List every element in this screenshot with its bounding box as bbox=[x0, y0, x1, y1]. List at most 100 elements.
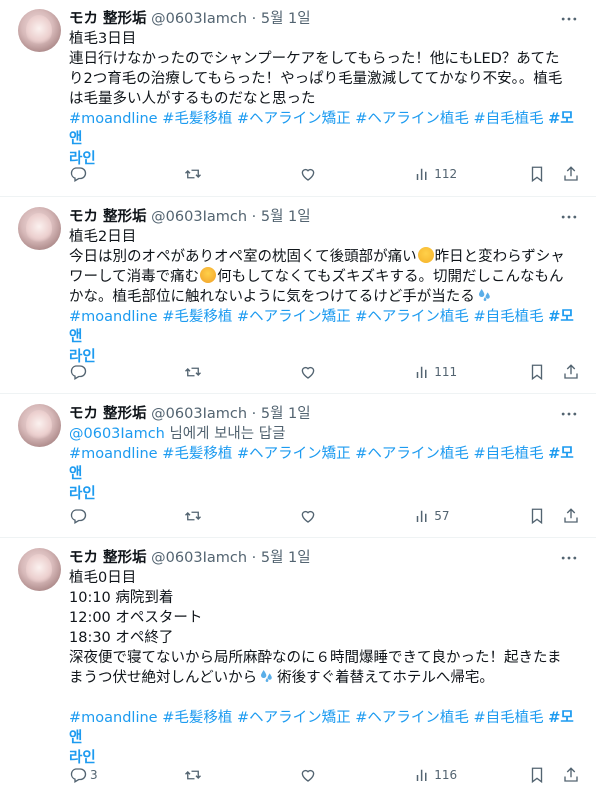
hashtag-link[interactable]: #moandline bbox=[69, 710, 158, 726]
reply-button[interactable]: 3 bbox=[69, 765, 139, 785]
bookmark-button[interactable] bbox=[528, 164, 546, 184]
bookmark-icon bbox=[528, 363, 546, 381]
text-line: 10:10 病院到着 bbox=[69, 590, 174, 606]
like-button[interactable] bbox=[299, 164, 369, 184]
hashtag-link[interactable]: #自毛植毛 bbox=[474, 446, 544, 462]
timestamp[interactable]: 5월 1일 bbox=[261, 11, 311, 27]
reply-button[interactable] bbox=[69, 362, 139, 382]
retweet-button[interactable] bbox=[184, 765, 254, 785]
more-dots-icon[interactable] bbox=[558, 207, 580, 227]
timestamp[interactable]: 5월 1일 bbox=[261, 550, 311, 566]
text-line: まうつ伏せ絶対しんどいから 術後すぐ着替えてホテルへ帰宅。 bbox=[69, 668, 494, 686]
share-button[interactable] bbox=[562, 362, 580, 382]
mention-link[interactable]: @0603Iamch bbox=[69, 426, 165, 442]
hashtag-link[interactable]: #毛髪移植 bbox=[162, 309, 232, 325]
hashtags: #moandline #毛髪移植 #ヘアライン矯正 #ヘアライン植毛 #自毛植毛… bbox=[69, 444, 580, 504]
reply-button[interactable] bbox=[69, 506, 139, 526]
bookmark-icon bbox=[528, 165, 546, 183]
share-icon bbox=[562, 165, 580, 183]
hashtag-link[interactable]: 라인 bbox=[69, 486, 96, 502]
hashtag-link[interactable]: #毛髪移植 bbox=[162, 446, 232, 462]
bookmark-icon bbox=[528, 766, 546, 784]
timestamp[interactable]: 5월 1일 bbox=[261, 209, 311, 225]
hashtag-link[interactable]: #ヘアライン植毛 bbox=[355, 309, 469, 325]
bookmark-button[interactable] bbox=[528, 765, 546, 785]
action-bar: 111 bbox=[69, 362, 580, 382]
display-name[interactable]: モカ 整形垢 bbox=[69, 550, 147, 566]
hashtag-link[interactable]: #ヘアライン矯正 bbox=[237, 111, 351, 127]
tweet-text: 植毛2日目 今日は別のオペがありオペ室の枕固くて後頭部が痛い 昨日と変わらずシャ … bbox=[69, 227, 580, 307]
retweet-button[interactable] bbox=[184, 164, 254, 184]
views-icon bbox=[413, 165, 431, 183]
text-line: 18:30 オペ終了 bbox=[69, 630, 174, 646]
reply-button[interactable] bbox=[69, 164, 139, 184]
tweet[interactable]: モカ 整形垢 @0603Iamch · 5월 1일 植毛3日目 連日行けなかった… bbox=[0, 0, 596, 197]
like-button[interactable] bbox=[299, 362, 369, 382]
hashtag-link[interactable]: 라인 bbox=[69, 750, 96, 766]
hashtags: #moandline #毛髪移植 #ヘアライン矯正 #ヘアライン植毛 #自毛植毛… bbox=[69, 708, 580, 768]
views-button[interactable]: 116 bbox=[413, 765, 483, 785]
hashtag-link[interactable]: #ヘアライン植毛 bbox=[355, 446, 469, 462]
views-icon bbox=[413, 363, 431, 381]
timestamp[interactable]: 5월 1일 bbox=[261, 406, 311, 422]
user-handle[interactable]: @0603Iamch bbox=[151, 550, 247, 566]
avatar[interactable] bbox=[18, 404, 61, 447]
user-handle[interactable]: @0603Iamch bbox=[151, 209, 247, 225]
hashtag-link[interactable]: #moandline bbox=[69, 309, 158, 325]
hashtag-link[interactable]: #ヘアライン矯正 bbox=[237, 710, 351, 726]
hashtag-link[interactable]: #毛髪移植 bbox=[162, 111, 232, 127]
reply-icon bbox=[69, 363, 87, 381]
views-button[interactable]: 57 bbox=[413, 506, 483, 526]
share-button[interactable] bbox=[562, 765, 580, 785]
more-dots-icon[interactable] bbox=[558, 9, 580, 29]
views-icon bbox=[413, 766, 431, 784]
tweet-text: 植毛3日目 連日行けなかったのでシャンプーケアをしてもらった！他にもLED？あて… bbox=[69, 29, 580, 109]
tweet[interactable]: モカ 整形垢 @0603Iamch · 5월 1일 植毛0日目 10:10 病院… bbox=[0, 539, 596, 803]
display-name[interactable]: モカ 整形垢 bbox=[69, 11, 147, 27]
reply-icon bbox=[69, 766, 87, 784]
bookmark-button[interactable] bbox=[528, 506, 546, 526]
avatar[interactable] bbox=[18, 548, 61, 591]
hashtag-link[interactable]: #ヘアライン矯正 bbox=[237, 309, 351, 325]
display-name[interactable]: モカ 整形垢 bbox=[69, 209, 147, 225]
sad-face-emoji bbox=[417, 247, 434, 263]
tweet[interactable]: モカ 整形垢 @0603Iamch · 5월 1일 @0603Iamch 님에게… bbox=[0, 395, 596, 538]
views-button[interactable]: 111 bbox=[413, 362, 483, 382]
hashtag-link[interactable]: #moandline bbox=[69, 446, 158, 462]
hashtag-link[interactable]: #moandline bbox=[69, 111, 158, 127]
hashtag-link[interactable]: #毛髪移植 bbox=[162, 710, 232, 726]
more-dots-icon[interactable] bbox=[558, 404, 580, 424]
like-button[interactable] bbox=[299, 765, 369, 785]
view-count: 112 bbox=[434, 167, 458, 181]
timeline-feed: モカ 整形垢 @0603Iamch · 5월 1일 植毛3日目 連日行けなかった… bbox=[0, 0, 596, 803]
hashtag-link[interactable]: #自毛植毛 bbox=[474, 111, 544, 127]
avatar[interactable] bbox=[18, 207, 61, 250]
view-count: 116 bbox=[434, 768, 458, 782]
view-count: 57 bbox=[434, 509, 450, 523]
hashtag-link[interactable]: #ヘアライン植毛 bbox=[355, 710, 469, 726]
action-bar: 57 bbox=[69, 506, 580, 526]
user-handle[interactable]: @0603Iamch bbox=[151, 11, 247, 27]
hashtag-link[interactable]: #自毛植毛 bbox=[474, 309, 544, 325]
retweet-button[interactable] bbox=[184, 506, 254, 526]
hashtag-link[interactable]: #ヘアライン植毛 bbox=[355, 111, 469, 127]
share-button[interactable] bbox=[562, 506, 580, 526]
display-name[interactable]: モカ 整形垢 bbox=[69, 406, 147, 422]
share-button[interactable] bbox=[562, 164, 580, 184]
more-dots-icon[interactable] bbox=[558, 548, 580, 568]
action-bar: 112 bbox=[69, 164, 580, 184]
retweet-icon bbox=[184, 363, 202, 381]
avatar[interactable] bbox=[18, 9, 61, 52]
bookmark-button[interactable] bbox=[528, 362, 546, 382]
hashtag-link[interactable]: #自毛植毛 bbox=[474, 710, 544, 726]
tweet-header: モカ 整形垢 @0603Iamch · 5월 1일 bbox=[69, 207, 580, 227]
tweet[interactable]: モカ 整形垢 @0603Iamch · 5월 1일 植毛2日目 今日は別のオペが… bbox=[0, 198, 596, 394]
user-handle[interactable]: @0603Iamch bbox=[151, 406, 247, 422]
sweat-droplets-emoji bbox=[258, 668, 276, 684]
views-button[interactable]: 112 bbox=[413, 164, 483, 184]
hashtag-link[interactable]: #ヘアライン矯正 bbox=[237, 446, 351, 462]
like-button[interactable] bbox=[299, 506, 369, 526]
like-icon bbox=[299, 766, 317, 784]
retweet-button[interactable] bbox=[184, 362, 254, 382]
sweat-droplets-emoji bbox=[476, 287, 494, 303]
